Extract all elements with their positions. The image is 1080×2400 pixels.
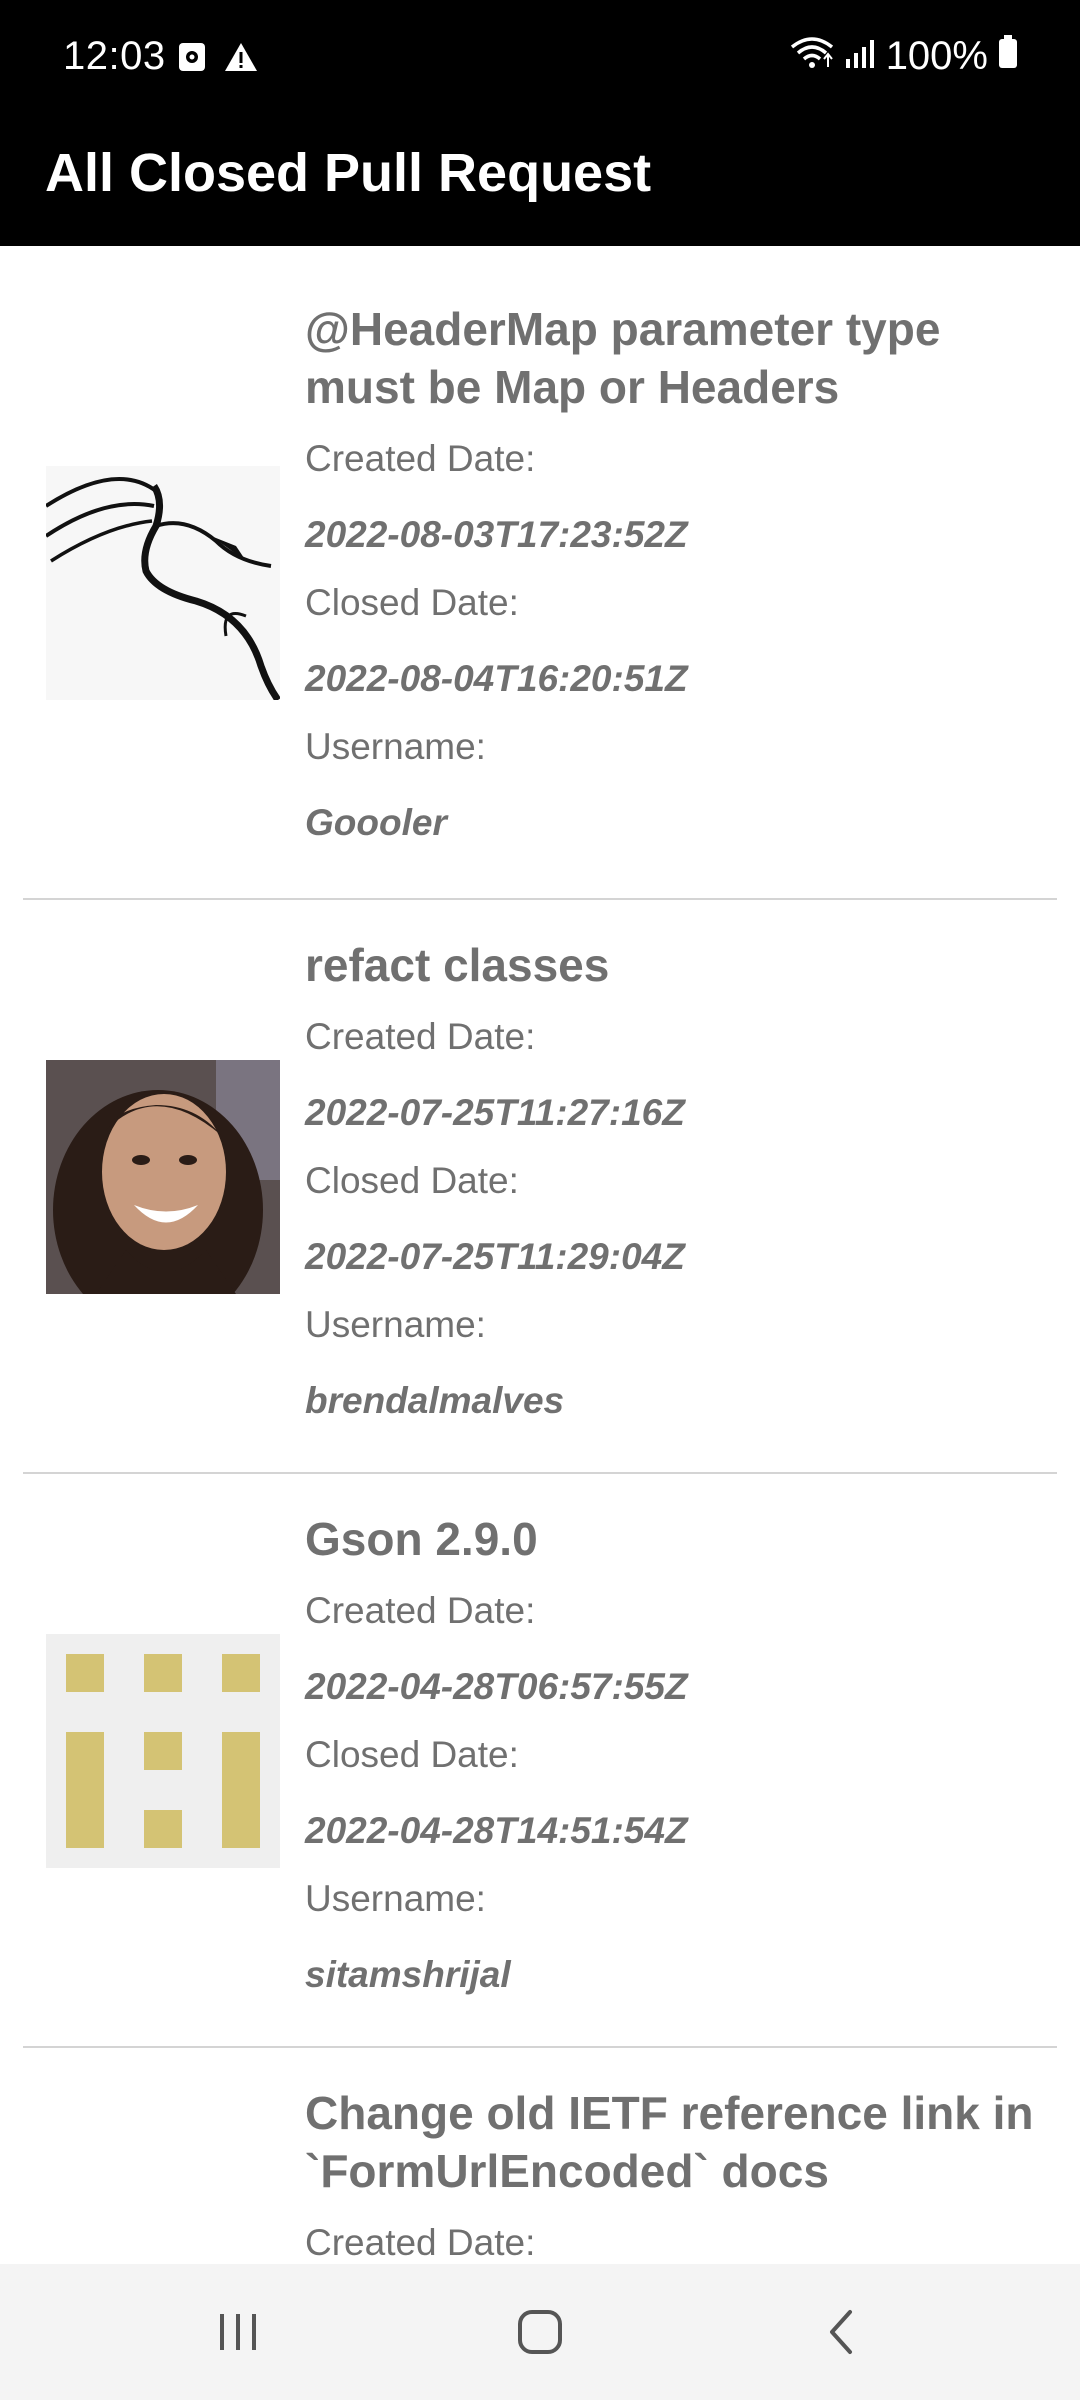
created-date-value: 2022-07-25T11:27:16Z <box>305 1092 685 1133</box>
recent-apps-button[interactable] <box>193 2294 283 2370</box>
username-label: Username: <box>305 726 486 767</box>
pr-info: Change old IETF reference link in `FormU… <box>305 2084 1045 2264</box>
list-item[interactable]: refact classes Created Date: 2022-07-25T… <box>23 900 1057 1474</box>
status-bar: 12:03 100% <box>0 0 1080 120</box>
closed-date-value: 2022-07-25T11:29:04Z <box>305 1236 685 1277</box>
username-label: Username: <box>305 1878 486 1919</box>
list-item[interactable]: Change old IETF reference link in `FormU… <box>23 2048 1057 2264</box>
closed-date-value: 2022-08-04T16:20:51Z <box>305 658 688 699</box>
avatar <box>46 1060 280 1294</box>
app-bar: All Closed Pull Request <box>0 120 1080 246</box>
battery-percent: 100% <box>885 34 988 78</box>
pr-title: @HeaderMap parameter type must be Map or… <box>305 303 941 413</box>
navigation-bar <box>0 2264 1080 2400</box>
avatar <box>46 1634 280 1868</box>
created-date-value: 2022-04-28T06:57:55Z <box>305 1666 688 1707</box>
pr-info: Gson 2.9.0 Created Date: 2022-04-28T06:5… <box>305 1510 1045 2000</box>
battery-icon <box>998 34 1018 79</box>
back-icon <box>830 2310 852 2354</box>
pr-title: refact classes <box>305 939 610 991</box>
person-photo-avatar <box>46 1060 280 1294</box>
created-date-value: 2022-08-03T17:23:52Z <box>305 514 688 555</box>
created-date-label: Created Date: <box>305 2222 536 2263</box>
pr-title: Change old IETF reference link in `FormU… <box>305 2087 1034 2197</box>
closed-date-label: Closed Date: <box>305 582 519 623</box>
pull-request-list[interactable]: @HeaderMap parameter type must be Map or… <box>0 246 1080 2264</box>
created-date-label: Created Date: <box>305 1590 536 1631</box>
dragon-logo-avatar <box>46 466 280 700</box>
username-value: sitamshrijal <box>305 1954 511 1995</box>
closed-date-label: Closed Date: <box>305 1160 519 1201</box>
pr-title: Gson 2.9.0 <box>305 1513 538 1565</box>
pr-info: @HeaderMap parameter type must be Map or… <box>305 300 1045 848</box>
pr-info: refact classes Created Date: 2022-07-25T… <box>305 936 1045 1426</box>
list-item[interactable]: @HeaderMap parameter type must be Map or… <box>23 246 1057 900</box>
back-button[interactable] <box>797 2294 887 2370</box>
home-icon <box>518 2310 562 2354</box>
wifi-icon <box>790 34 834 79</box>
page-title: All Closed Pull Request <box>45 143 652 203</box>
created-date-label: Created Date: <box>305 438 536 479</box>
status-system-icons: 100% <box>790 34 1018 79</box>
username-label: Username: <box>305 1304 486 1345</box>
closed-date-value: 2022-04-28T14:51:54Z <box>305 1810 688 1851</box>
recent-apps-icon <box>220 2314 256 2350</box>
alert-icon <box>224 42 258 77</box>
status-notification-icons <box>178 42 258 77</box>
avatar <box>46 466 280 700</box>
home-button[interactable] <box>495 2294 585 2370</box>
username-value: Goooler <box>305 802 447 843</box>
created-date-label: Created Date: <box>305 1016 536 1057</box>
list-item[interactable]: Gson 2.9.0 Created Date: 2022-04-28T06:5… <box>23 1474 1057 2048</box>
status-time: 12:03 <box>63 34 166 78</box>
signal-icon <box>844 34 876 79</box>
screen-record-icon <box>178 42 206 77</box>
identicon-avatar <box>46 1634 280 1868</box>
username-value: brendalmalves <box>305 1380 565 1421</box>
closed-date-label: Closed Date: <box>305 1734 519 1775</box>
